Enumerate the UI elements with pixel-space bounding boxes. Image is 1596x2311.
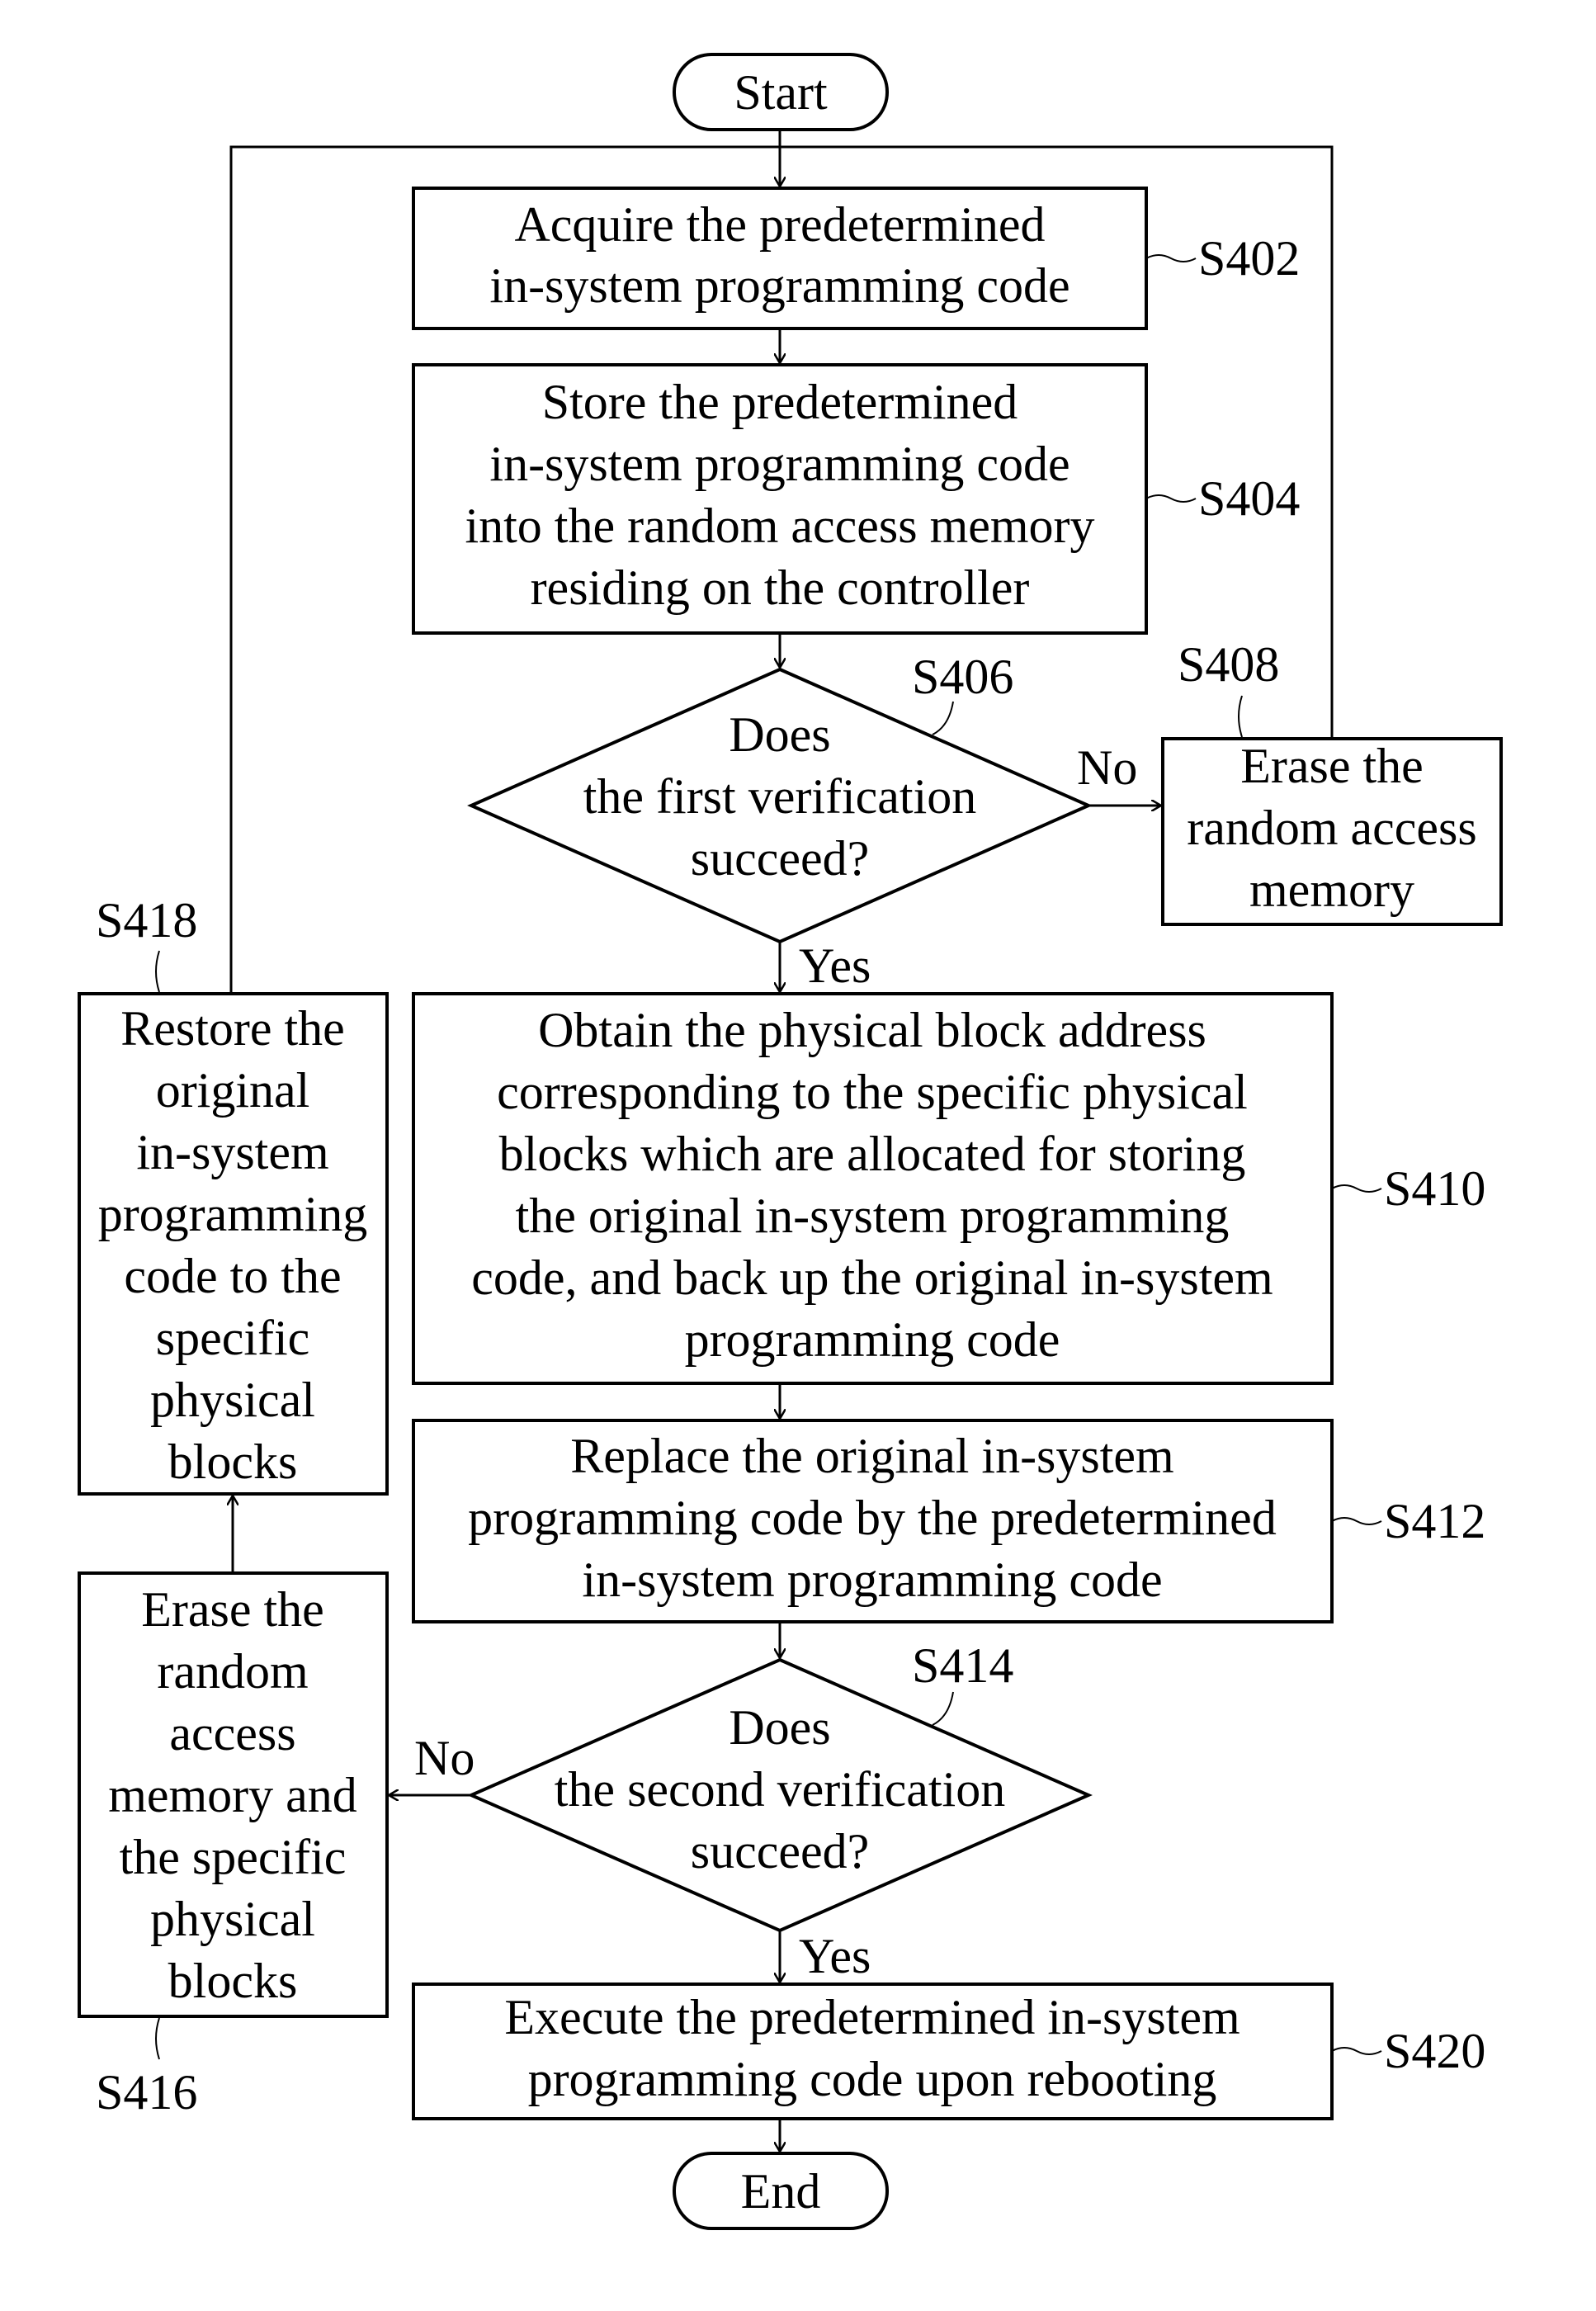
s416-line: blocks <box>168 1954 298 2008</box>
end-terminal: End <box>673 2152 889 2230</box>
s412-leader <box>1331 1517 1382 1525</box>
s418-line: specific <box>156 1311 310 1365</box>
s414-id-label: S414 <box>912 1638 1013 1693</box>
s416-line: memory and <box>108 1768 357 1822</box>
s410-line: blocks which are allocated for storing <box>499 1127 1246 1181</box>
s412-line: in-system programming code <box>582 1552 1162 1607</box>
step-s410: Obtain the physical block address corres… <box>412 992 1334 1385</box>
s410-line: code, and back up the original in-system <box>471 1250 1273 1305</box>
s414-line: Does <box>729 1700 830 1755</box>
s418-leader <box>155 950 160 993</box>
s410-line: corresponding to the specific physical <box>497 1065 1248 1119</box>
s418-line: physical <box>150 1373 315 1427</box>
s406-leader <box>932 701 954 735</box>
s402-line: in-system programming code <box>489 258 1070 313</box>
s414-no-label: No <box>414 1731 475 1785</box>
s414-line: succeed? <box>691 1824 870 1879</box>
s420-leader <box>1331 2047 1382 2055</box>
s416-line: physical <box>150 1892 315 1946</box>
s416-line: random <box>157 1644 308 1699</box>
s402-line: Acquire the predetermined <box>514 197 1045 252</box>
s418-line: code to the <box>124 1249 341 1303</box>
s404-leader <box>1145 494 1197 503</box>
s414-yes-label: Yes <box>799 1929 871 1983</box>
s406-line: the first verification <box>583 769 976 824</box>
s404-line: into the random access memory <box>465 499 1094 553</box>
s418-id-label: S418 <box>96 893 197 948</box>
s412-line: Replace the original in-system <box>570 1429 1173 1483</box>
s420-line: Execute the predetermined in-system <box>504 1990 1239 2044</box>
s406-id-label: S406 <box>912 650 1013 704</box>
step-s404: Store the predetermined in-system progra… <box>412 363 1148 635</box>
s410-leader <box>1331 1184 1382 1193</box>
s410-id-label: S410 <box>1384 1161 1485 1216</box>
step-s412: Replace the original in-system programmi… <box>412 1419 1334 1623</box>
s402-id-label: S402 <box>1198 231 1300 286</box>
s404-line: Store the predetermined <box>542 375 1018 429</box>
s416-line: the specific <box>120 1830 347 1884</box>
s408-line: random access <box>1187 801 1477 855</box>
s410-line: Obtain the physical block address <box>538 1003 1206 1057</box>
s404-id-label: S404 <box>1198 471 1300 526</box>
s408-id-label: S408 <box>1178 637 1279 692</box>
s420-line: programming code upon rebooting <box>528 2052 1217 2106</box>
decision-s414: Does the second verification succeed? <box>467 1657 1093 1933</box>
s402-leader <box>1145 254 1197 262</box>
start-label: Start <box>734 65 828 120</box>
step-s420: Execute the predetermined in-system prog… <box>412 1983 1334 2120</box>
s410-line: the original in-system programming <box>516 1189 1230 1243</box>
step-s416: Erase the random access memory and the s… <box>78 1571 389 2018</box>
s414-leader <box>932 1691 954 1726</box>
s412-line: programming code by the predetermined <box>468 1491 1277 1545</box>
step-s408: Erase the random access memory <box>1161 737 1503 926</box>
step-s418: Restore the original in-system programmi… <box>78 992 389 1496</box>
s416-line: access <box>169 1706 295 1760</box>
s408-leader <box>1238 695 1243 738</box>
end-label: End <box>741 2164 821 2219</box>
s404-line: residing on the controller <box>531 560 1030 615</box>
s418-line: programming <box>98 1187 368 1241</box>
s418-line: blocks <box>168 1434 298 1489</box>
s414-line: the second verification <box>555 1762 1005 1817</box>
s408-line: memory <box>1249 862 1414 917</box>
s406-yes-label: Yes <box>799 938 871 993</box>
s406-line: succeed? <box>691 831 870 886</box>
s416-line: Erase the <box>141 1582 324 1637</box>
s404-line: in-system programming code <box>489 437 1070 491</box>
s418-line: in-system <box>136 1125 328 1179</box>
s412-id-label: S412 <box>1384 1494 1485 1548</box>
s418-line: Restore the <box>120 1001 345 1056</box>
s418-line: original <box>156 1063 310 1118</box>
s420-id-label: S420 <box>1384 2024 1485 2078</box>
flowchart: Start End Acquire the predetermined in-s… <box>78 53 1503 2230</box>
step-s402: Acquire the predetermined in-system prog… <box>412 187 1148 330</box>
start-terminal: Start <box>673 53 889 131</box>
s416-leader <box>155 2017 160 2060</box>
s406-line: Does <box>729 707 830 762</box>
s410-line: programming code <box>685 1312 1060 1367</box>
decision-s406: Does the first verification succeed? <box>467 667 1093 944</box>
s408-line: Erase the <box>1240 739 1424 793</box>
s416-id-label: S416 <box>96 2065 197 2120</box>
s406-no-label: No <box>1077 740 1137 795</box>
